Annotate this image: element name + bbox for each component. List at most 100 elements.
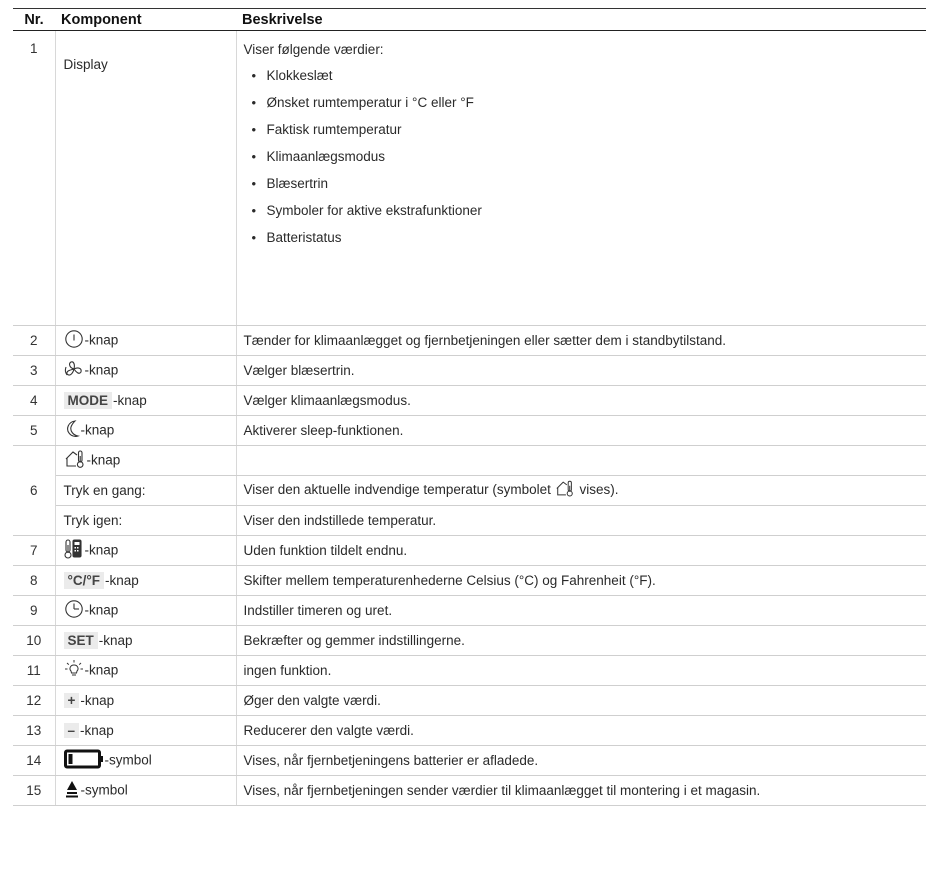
light-bulb-icon <box>64 659 84 679</box>
table-header-row: Nr. Komponent Beskrivelse <box>13 8 926 31</box>
description-cell: ingen funktion. <box>236 655 926 686</box>
description-cell: Tænder for klimaanlægget og fjernbetjeni… <box>236 325 926 356</box>
unit-key-label: °C/°F <box>63 572 105 589</box>
component-cell: -knap <box>55 655 237 686</box>
table-row: Tryk en gang: Viser den aktuelle indvend… <box>13 475 926 506</box>
table-row: 4 MODE -knap Vælger klimaanlægsmodus. <box>13 385 926 416</box>
row-number: 11 <box>13 655 56 686</box>
table-row: 15 -symbol Vises, når fjernbetjeningen s… <box>13 775 926 806</box>
header-component: Komponent <box>55 8 236 31</box>
component-suffix: -knap <box>84 602 119 618</box>
component-suffix: -symbol <box>104 752 152 768</box>
mode-key-label: MODE <box>63 392 112 409</box>
description-cell: Indstiller timeren og uret. <box>236 595 926 626</box>
component-cell: -knap <box>55 595 237 626</box>
component-suffix: -knap <box>105 573 139 588</box>
table-row: Tryk igen: Viser den indstillede tempera… <box>13 505 926 536</box>
description-cell: Bekræfter og gemmer indstillingerne. <box>236 625 926 656</box>
description-cell: Viser den aktuelle indvendige temperatur… <box>236 475 926 506</box>
table-row: 8 °C/°F -knap Skifter mellem temperaturen… <box>13 565 926 596</box>
list-item: Ønsket rumtemperatur i °C eller °F <box>244 94 927 112</box>
table-row: 9 -knap Indstiller timeren og uret. <box>13 595 926 626</box>
indoor-temp-icon <box>64 449 86 469</box>
row-number: 12 <box>13 685 56 716</box>
description-text: Viser den aktuelle indvendige temperatur… <box>243 482 555 498</box>
row-number: 3 <box>13 355 56 386</box>
list-item: Faktisk rumtemperatur <box>244 121 927 139</box>
component-suffix: -knap <box>80 422 115 438</box>
row-number: 1 <box>13 30 56 326</box>
component-suffix: -knap <box>86 452 121 468</box>
component-suffix: -knap <box>84 332 119 348</box>
row-number: 15 <box>13 775 56 806</box>
description-cell: Vises, når fjernbetjeningen sender værdi… <box>236 775 926 806</box>
component-cell: -knap <box>55 415 237 446</box>
list-item: Klimaanlægsmodus <box>244 148 927 166</box>
description-cell: Vises, når fjernbetjeningens batterier e… <box>236 745 926 776</box>
description-cell: Viser følgende værdier: Klokkeslæt Ønske… <box>236 30 927 326</box>
table-row: 10 SET -knap Bekræfter og gemmer indstill… <box>13 625 926 656</box>
header-description: Beskrivelse <box>236 8 926 31</box>
component-suffix: -knap <box>84 662 119 678</box>
table-row: 11 -knap ingen funktion. <box>13 655 926 686</box>
table-row: 2 -knap Tænder for klimaanlægget og fjer… <box>13 325 926 356</box>
row-number: 4 <box>13 385 56 416</box>
row-number: 13 <box>13 715 56 746</box>
table-row: 3 -knap Vælger blæsertrin. <box>13 355 926 386</box>
table-row: 12 + -knap Øger den valgte værdi. <box>13 685 926 716</box>
component-cell: – -knap <box>55 715 237 746</box>
table-row: 6 -knap <box>13 445 926 536</box>
component-table-wrapper: Nr. Komponent Beskrivelse 1 Display Vise… <box>13 8 926 806</box>
thermometer-remote-icon <box>63 538 84 560</box>
description-cell: Skifter mellem temperaturenhederne Celsi… <box>236 565 926 596</box>
description-cell: Vælger klimaanlægsmodus. <box>236 385 926 416</box>
table-row: 5 -knap Aktiverer sleep-funktionen. <box>13 415 926 446</box>
description-cell: Viser den indstillede temperatur. <box>236 505 926 536</box>
row-number: 7 <box>13 535 56 566</box>
minus-key-label: – <box>63 723 80 738</box>
description-cell: Uden funktion tildelt endnu. <box>236 535 926 566</box>
description-cell: Øger den valgte værdi. <box>236 685 926 716</box>
power-icon <box>64 329 84 349</box>
set-key-label: SET <box>63 632 98 649</box>
component-suffix: -knap <box>80 693 115 708</box>
description-cell: Aktiverer sleep-funktionen. <box>236 415 926 446</box>
indoor-temp-icon <box>555 479 575 498</box>
row-number: 2 <box>13 325 56 356</box>
row-number: 14 <box>13 745 56 776</box>
description-text: vises). <box>575 482 619 498</box>
component-suffix: -knap <box>84 362 119 378</box>
description-cell: Reducerer den valgte værdi. <box>236 715 926 746</box>
component-cell: -symbol <box>55 775 237 806</box>
row-number: 10 <box>13 625 56 656</box>
component-cell: -knap <box>55 325 237 356</box>
table-row: 14 -symbol Vises, når fjernbetjeningens … <box>13 745 926 776</box>
list-item: Symboler for aktive ekstrafunktioner <box>244 202 927 220</box>
component-table: Nr. Komponent Beskrivelse 1 Display Vise… <box>13 8 926 806</box>
description-cell: Vælger blæsertrin. <box>236 355 926 386</box>
list-item: Batteristatus <box>244 229 927 247</box>
component-cell: -symbol <box>55 745 237 776</box>
list-item: Klokkeslæt <box>244 67 927 85</box>
fan-icon <box>64 359 84 379</box>
list-item: Blæsertrin <box>244 175 927 193</box>
component-cell: -knap <box>55 445 237 476</box>
moon-icon <box>64 419 80 439</box>
component-cell: -knap <box>55 535 237 566</box>
row-number: 9 <box>13 595 56 626</box>
table-row: 13 – -knap Reducerer den valgte værdi. <box>13 715 926 746</box>
component-cell: -knap <box>55 355 237 386</box>
component-cell: + -knap <box>55 685 237 716</box>
component-cell: Display <box>55 30 237 326</box>
row-number: 5 <box>13 415 56 446</box>
table-row: 7 -knap Uden funktion tildelt endnu. <box>13 535 926 566</box>
row-number: 8 <box>13 565 56 596</box>
component-suffix: -symbol <box>80 782 128 798</box>
row-number: 6 <box>13 445 56 536</box>
description-cell <box>236 445 926 476</box>
transmit-icon <box>64 779 80 799</box>
value-list: Klokkeslæt Ønsket rumtemperatur i °C ell… <box>244 67 927 247</box>
plus-key-label: + <box>63 693 80 708</box>
component-suffix: -knap <box>98 633 133 648</box>
component-cell: °C/°F -knap <box>55 565 237 596</box>
